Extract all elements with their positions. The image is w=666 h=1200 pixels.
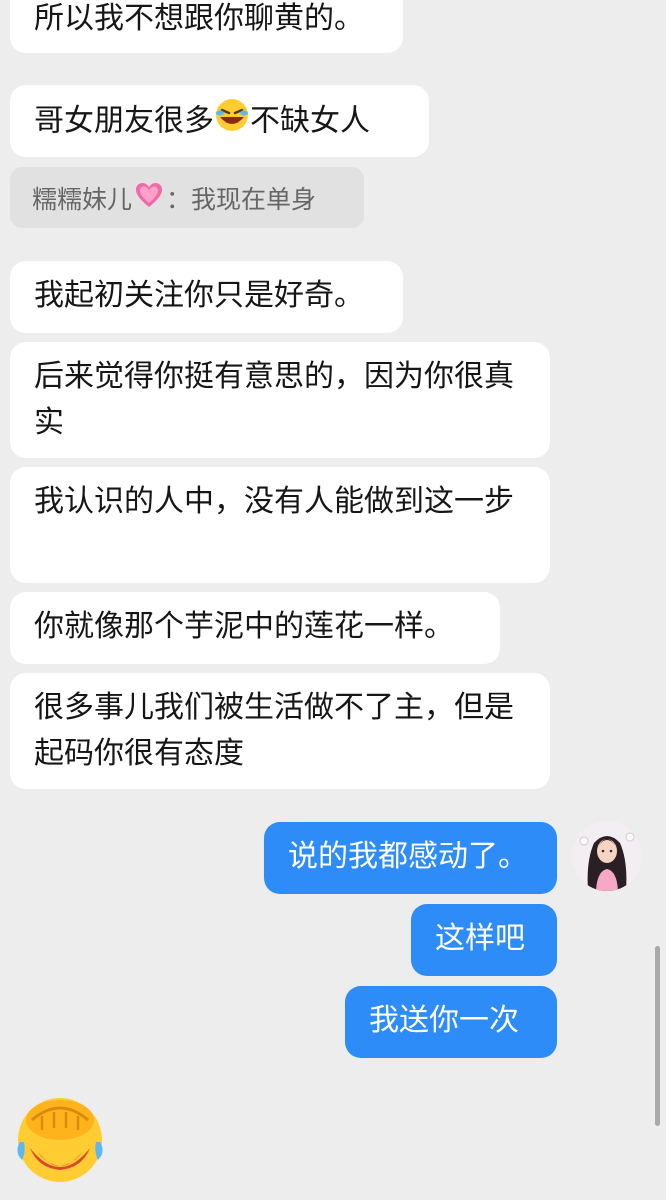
scrollbar[interactable] xyxy=(655,946,660,1126)
message-text: 后来觉得你挺有意思的，因为你很真实 xyxy=(34,359,514,440)
pink-heart-icon xyxy=(134,180,164,216)
quote-text: 我现在单身 xyxy=(191,184,317,214)
rolling-laughing-emoji-icon xyxy=(214,97,250,147)
user-avatar[interactable] xyxy=(572,821,642,891)
incoming-message[interactable]: 很多事儿我们被生活做不了主，但是起码你很有态度 xyxy=(10,673,550,789)
message-text: 很多事儿我们被生活做不了主，但是起码你很有态度 xyxy=(34,690,514,771)
quote-separator: ： xyxy=(166,184,192,214)
message-text: 说的我都感动了。 xyxy=(288,839,528,874)
outgoing-message[interactable]: 这样吧 xyxy=(411,904,557,976)
incoming-message[interactable]: 我起初关注你只是好奇。 xyxy=(10,261,403,333)
message-text: 哥女朋友很多 xyxy=(34,103,214,139)
avatar-illustration-icon xyxy=(572,821,642,891)
message-text: 所以我不想跟你聊黄的。 xyxy=(34,1,364,36)
incoming-message[interactable]: 所以我不想跟你聊黄的。 xyxy=(10,0,403,53)
facepalm-crying-sticker-icon[interactable] xyxy=(12,1090,108,1186)
quoted-reply[interactable]: 糯糯妹儿 ： 我现在单身 xyxy=(10,167,364,228)
message-text: 你就像那个芋泥中的莲花一样。 xyxy=(34,609,454,644)
incoming-message[interactable]: 后来觉得你挺有意思的，因为你很真实 xyxy=(10,342,550,458)
outgoing-message[interactable]: 我送你一次 xyxy=(345,986,557,1058)
message-text: 我送你一次 xyxy=(369,1003,519,1038)
incoming-message[interactable]: 哥女朋友很多 不缺女人 xyxy=(10,85,429,157)
chat-view[interactable]: 所以我不想跟你聊黄的。 哥女朋友很多 不缺女人 糯糯妹儿 ： 我现在单身 我起初… xyxy=(0,0,666,1200)
outgoing-message[interactable]: 说的我都感动了。 xyxy=(264,822,557,894)
incoming-message[interactable]: 你就像那个芋泥中的莲花一样。 xyxy=(10,592,500,664)
incoming-message[interactable]: 我认识的人中，没有人能做到这一步 xyxy=(10,467,550,583)
message-text: 我起初关注你只是好奇。 xyxy=(34,278,364,313)
quote-sender: 糯糯妹儿 xyxy=(32,184,133,214)
message-text: 这样吧 xyxy=(435,921,525,956)
message-text: 我认识的人中，没有人能做到这一步 xyxy=(34,484,514,519)
message-text: 不缺女人 xyxy=(250,103,370,139)
